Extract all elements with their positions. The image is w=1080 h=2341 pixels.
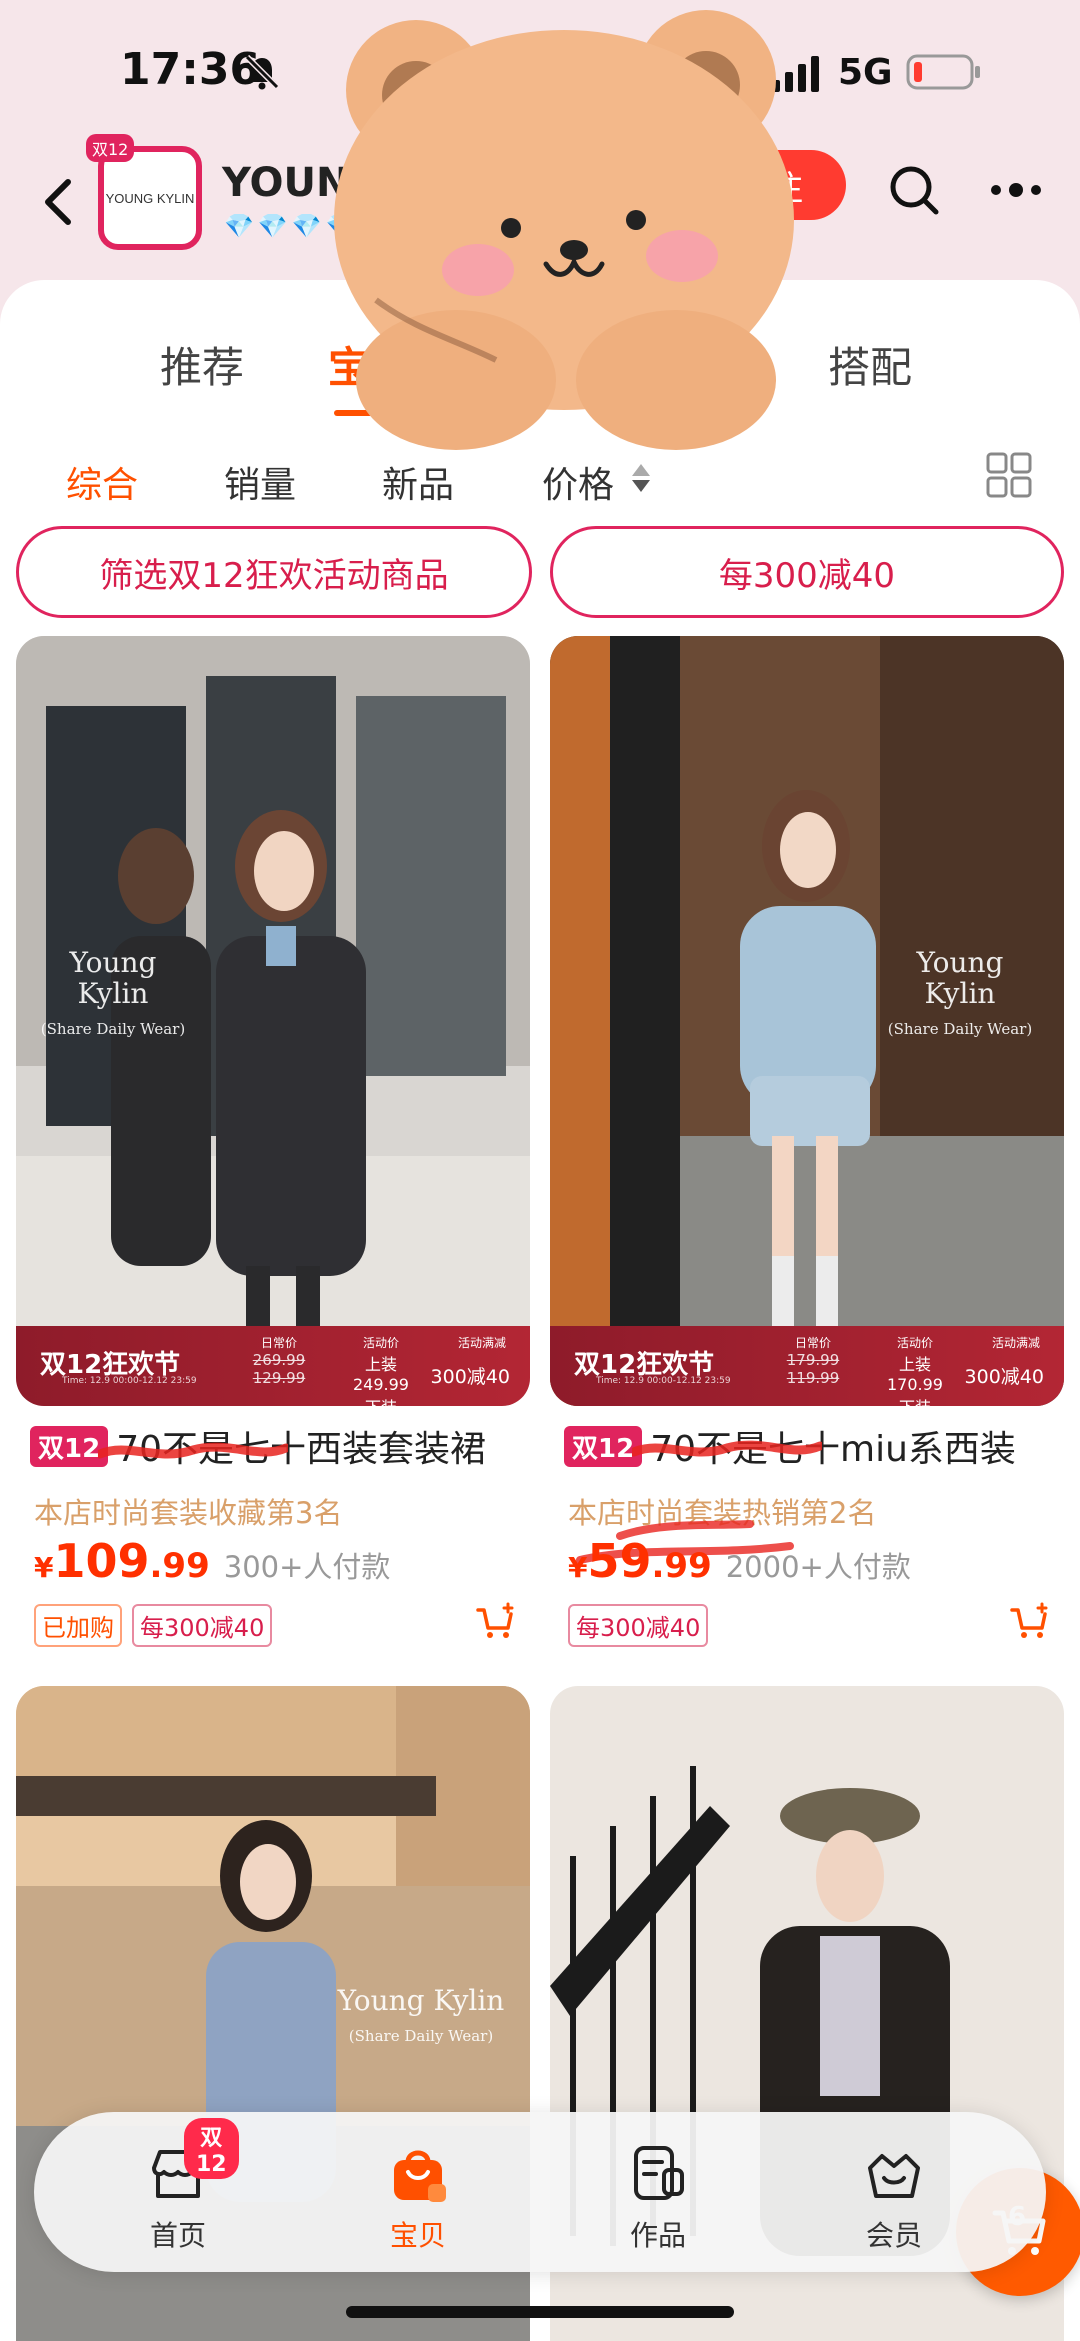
sort-sales[interactable]: 销量 xyxy=(224,456,296,508)
event-tag: 双12 xyxy=(564,1425,643,1467)
more-options-icon[interactable] xyxy=(988,180,1044,200)
home-indicator xyxy=(346,2306,734,2318)
regular-price-col: 日常价 269.99 129.99 xyxy=(252,1336,306,1387)
nav-home[interactable]: 双12 首页 xyxy=(118,2118,239,2254)
search-icon[interactable] xyxy=(886,162,942,218)
status-time: 17:36 xyxy=(120,44,261,95)
tab-recommend[interactable]: 推荐 xyxy=(160,334,244,395)
sold-count: 2000+人付款 xyxy=(725,1550,911,1584)
product-tags: 每300减40 xyxy=(568,1604,709,1647)
add-to-cart-icon[interactable] xyxy=(476,1602,516,1642)
event-discount: 300减40 xyxy=(964,1366,1044,1388)
event-discount-head: 活动满减 xyxy=(991,1336,1040,1350)
bear-sticker xyxy=(334,10,794,450)
nav-membership[interactable]: 会员 xyxy=(834,2142,954,2254)
shop-logo-text: YOUNG KYLIN xyxy=(105,190,195,206)
sort-comprehensive[interactable]: 综合 xyxy=(66,456,138,508)
brand-watermark: Young Kylin (Share Daily Wear) xyxy=(337,1984,505,2045)
battery-low-icon xyxy=(906,54,980,90)
event-price-col: 活动价 上装 170.99 下装 113.99 xyxy=(887,1336,943,1406)
product-image[interactable]: Young Kylin (Share Daily Wear) 双12狂欢节 Tim… xyxy=(550,636,1064,1406)
event-price-col: 活动价 上装 249.99 下装 109.99 xyxy=(353,1336,409,1406)
brand-watermark: Young Kylin (Share Daily Wear) xyxy=(887,946,1033,1038)
event-discount: 300减40 xyxy=(430,1366,510,1388)
product-rank: 本店时尚套装收藏第3名 xyxy=(34,1496,343,1530)
red-scribble xyxy=(632,1440,822,1457)
filter-300-minus-40[interactable]: 每300减40 xyxy=(550,526,1064,618)
tab-outfits[interactable]: 搭配 xyxy=(828,334,912,395)
mute-bell-icon xyxy=(244,54,280,90)
regular-price-col: 日常价 179.99 119.99 xyxy=(786,1336,840,1387)
product-image[interactable]: Young Kylin (Share Daily Wear) 双12狂欢节 Tim… xyxy=(16,636,530,1406)
nav-works[interactable]: 作品 xyxy=(598,2142,718,2254)
shopping-bag-icon xyxy=(394,2150,446,2202)
product-price-row: ¥ 109 .99 300+人付款 xyxy=(34,1534,391,1588)
discount-tag: 每300减40 xyxy=(568,1604,709,1647)
promo-banner: 双12狂欢节 Time: 12.9 00:00-12.12 23:59 日常价 … xyxy=(16,1326,530,1406)
bottom-nav: 双12 首页 宝贝 作品 会员 xyxy=(34,2112,1046,2272)
back-arrow-icon[interactable] xyxy=(38,172,78,232)
product-price-row: ¥ 59 .99 2000+人付款 xyxy=(568,1534,911,1588)
nav-items[interactable]: 宝贝 xyxy=(358,2142,478,2254)
red-scribble xyxy=(98,1442,288,1459)
add-to-cart-icon[interactable] xyxy=(1010,1602,1050,1642)
filter-double12-products[interactable]: 筛选双12狂欢活动商品 xyxy=(16,526,532,618)
sold-count: 300+人付款 xyxy=(223,1550,391,1584)
works-document-icon xyxy=(634,2146,684,2200)
in-cart-tag: 已加购 xyxy=(34,1604,122,1647)
event-tag: 双12 xyxy=(30,1425,109,1467)
member-basket-icon xyxy=(868,2154,920,2198)
home-event-badge: 双12 xyxy=(184,2118,239,2179)
product-tags: 已加购 每300减40 xyxy=(34,1604,273,1647)
discount-tag: 每300减40 xyxy=(132,1604,273,1647)
promo-banner: 双12狂欢节 Time: 12.9 00:00-12.12 23:59 日常价 … xyxy=(550,1326,1064,1406)
price: 109 xyxy=(53,1534,150,1588)
event-discount-head: 活动满减 xyxy=(457,1336,506,1350)
shop-event-badge: 双12 xyxy=(86,134,135,162)
grid-view-toggle-icon[interactable] xyxy=(986,452,1032,498)
main-panel: 推荐 宝贝 作品 上新 搭配 综合 销量 新品 价格 筛选双12狂欢活动商品 每… xyxy=(0,280,1080,2341)
brand-watermark: Young Kylin (Share Daily Wear) xyxy=(40,946,186,1038)
network-type: 5G xyxy=(838,52,893,93)
price: 59 xyxy=(587,1534,652,1588)
